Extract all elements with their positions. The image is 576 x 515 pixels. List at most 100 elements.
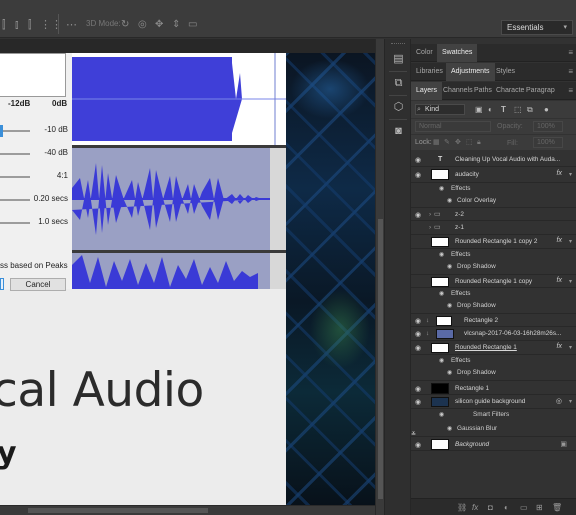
align-center-icon[interactable]: ⫾: [15, 18, 19, 32]
filter-smart-object-icon[interactable]: ⧉: [527, 104, 533, 115]
panel-menu-icon[interactable]: ≡: [568, 82, 573, 99]
visibility-eye-icon[interactable]: ◉: [447, 302, 452, 309]
filter-toggle-icon[interactable]: ●: [544, 104, 549, 115]
visibility-eye-icon[interactable]: ◉: [447, 425, 452, 432]
drag-grip[interactable]: [391, 43, 405, 45]
visibility-eye-icon[interactable]: ◉: [415, 398, 421, 406]
attack-time-slider[interactable]: 0.20 secs: [0, 192, 72, 208]
effects-row[interactable]: ◉ Effects: [411, 249, 576, 261]
chevron-right-icon[interactable]: ›: [429, 224, 431, 231]
vertical-scrollbar[interactable]: [375, 39, 384, 515]
properties-icon[interactable]: ⧉: [392, 77, 405, 90]
release-time-slider[interactable]: 1.0 secs: [0, 215, 72, 231]
document-canvas[interactable]: -12dB 0dB -10 dB -40 dB 4:1 0.20 secs 1.…: [0, 39, 375, 505]
effects-row[interactable]: ◉ Effects: [411, 288, 576, 300]
visibility-eye-icon[interactable]: ◉: [439, 357, 444, 364]
chevron-right-icon[interactable]: ›: [429, 211, 431, 218]
align-right-icon[interactable]: ⫿: [28, 18, 32, 32]
effects-row[interactable]: ◉ Effects: [411, 355, 576, 367]
effect-row[interactable]: ◉ Drop Shadow: [411, 367, 576, 379]
layer-row[interactable]: ◉ ↓ vlcsnap-2017-06-03-16h28m26s...: [411, 327, 576, 341]
visibility-eye-icon[interactable]: ◉: [415, 171, 421, 179]
filter-shape-icon[interactable]: ⬚: [514, 104, 522, 115]
visibility-eye-icon[interactable]: ◉: [415, 156, 421, 164]
lock-all-icon[interactable]: 🔒︎: [477, 138, 481, 148]
visibility-eye-icon[interactable]: ◉: [439, 185, 444, 192]
fill-input[interactable]: 100%: [533, 137, 563, 148]
visibility-eye-icon[interactable]: ◉: [415, 385, 421, 393]
fx-icon[interactable]: fx: [557, 277, 562, 284]
blend-mode-select[interactable]: Normal: [415, 121, 491, 132]
layer-row[interactable]: ◉ ↓ Rectangle 2: [411, 313, 576, 327]
filter-pixel-icon[interactable]: ▣: [475, 104, 483, 115]
layer-kind-select[interactable]: ⌕ Kind: [415, 104, 465, 115]
lock-transparent-icon[interactable]: ▦: [433, 138, 440, 148]
history-icon[interactable]: ▤: [392, 53, 405, 66]
new-layer-icon[interactable]: ⊞: [536, 502, 543, 513]
visibility-eye-icon[interactable]: ◉: [415, 317, 421, 325]
visibility-eye-icon[interactable]: ◉: [415, 344, 421, 352]
visibility-eye-icon[interactable]: ◉: [447, 197, 452, 204]
lock-artboard-icon[interactable]: ⬚: [466, 138, 473, 148]
layer-row[interactable]: ◉ Background ▣: [411, 436, 576, 451]
add-mask-icon[interactable]: ◘: [488, 502, 493, 513]
layer-row[interactable]: › ▭ z-1: [411, 221, 576, 235]
tab-paragraph[interactable]: Paragrap: [521, 82, 560, 100]
noise-floor-slider[interactable]: -40 dB: [0, 146, 72, 162]
waveform-track-3[interactable]: [72, 253, 286, 289]
ratio-slider[interactable]: 4:1: [0, 169, 72, 185]
layer-row[interactable]: ◉ T Cleaning Up Vocal Audio with Auda...: [411, 153, 576, 167]
tab-styles[interactable]: Styles: [491, 63, 520, 81]
panel-menu-icon[interactable]: ≡: [568, 63, 573, 80]
layer-row[interactable]: ◉ audacity fx ▾: [411, 167, 576, 183]
fx-icon[interactable]: fx: [557, 343, 562, 350]
filter-type-icon[interactable]: T: [501, 104, 506, 115]
layer-row[interactable]: Rounded Rectangle 1 copy 2 fx ▾: [411, 235, 576, 249]
chevron-down-icon[interactable]: ▾: [569, 238, 572, 245]
fx-icon[interactable]: fx: [472, 502, 478, 513]
scrollbar-thumb[interactable]: [378, 219, 383, 499]
align-left-icon[interactable]: ⫿: [2, 18, 6, 32]
trash-icon[interactable]: 🗑︎: [552, 502, 562, 513]
link-layers-icon[interactable]: ⛓: [457, 502, 467, 513]
more-options-icon[interactable]: ⋯: [66, 18, 77, 32]
layer-row[interactable]: ◉ Rounded Rectangle 1 fx ▾: [411, 341, 576, 355]
visibility-eye-icon[interactable]: ◉: [439, 411, 444, 418]
visibility-eye-icon[interactable]: ◉: [415, 211, 421, 219]
tab-libraries[interactable]: Libraries: [411, 63, 448, 81]
slider-thumb[interactable]: [0, 125, 3, 137]
threshold-slider[interactable]: -10 dB: [0, 123, 72, 139]
horizontal-scrollbar[interactable]: [0, 505, 375, 515]
tab-swatches[interactable]: Swatches: [437, 44, 478, 62]
chevron-down-icon[interactable]: ▾: [569, 344, 572, 351]
adjustments-icon[interactable]: ◙: [392, 125, 405, 138]
filter-adjustment-icon[interactable]: ◐: [488, 104, 493, 115]
layer-row[interactable]: ◉ Rectangle 1: [411, 380, 576, 395]
smart-filters-row[interactable]: ◉ Smart Filters: [411, 409, 576, 423]
workspace-select[interactable]: Essentials ▾: [501, 20, 573, 35]
effect-row[interactable]: ◉ Drop Shadow: [411, 261, 576, 273]
layer-row[interactable]: ◉ silicon guide background ◎ ▾: [411, 395, 576, 409]
roll-3d-icon[interactable]: ◎: [138, 18, 147, 32]
visibility-eye-icon[interactable]: ◉: [439, 290, 444, 297]
scrollbar-thumb[interactable]: [28, 508, 208, 513]
effect-row[interactable]: ◉ Drop Shadow: [411, 300, 576, 312]
layer-row[interactable]: ◉ › ▭ z-2: [411, 207, 576, 221]
visibility-eye-icon[interactable]: ◉: [415, 330, 421, 338]
visibility-eye-icon[interactable]: ◉: [447, 369, 452, 376]
ok-button[interactable]: [0, 278, 4, 290]
scale-3d-icon[interactable]: ▭: [188, 18, 197, 32]
chevron-down-icon[interactable]: ▾: [569, 171, 572, 178]
lock-image-icon[interactable]: ✎: [444, 138, 450, 148]
tab-adjustments[interactable]: Adjustments: [446, 63, 495, 81]
effects-row[interactable]: ◉ Effects: [411, 183, 576, 195]
adjustment-layer-icon[interactable]: ◐: [504, 502, 509, 513]
fx-icon[interactable]: fx: [557, 237, 562, 244]
visibility-eye-icon[interactable]: ◉: [415, 441, 421, 449]
effect-row[interactable]: ◉ Color Overlay: [411, 195, 576, 207]
waveform-track-1[interactable]: [72, 53, 286, 145]
opacity-input[interactable]: 100%: [533, 121, 563, 132]
waveform-track-2[interactable]: [72, 148, 286, 250]
effect-row[interactable]: ◉ Gaussian Blur ≚: [411, 423, 576, 438]
visibility-eye-icon[interactable]: ◉: [447, 263, 452, 270]
